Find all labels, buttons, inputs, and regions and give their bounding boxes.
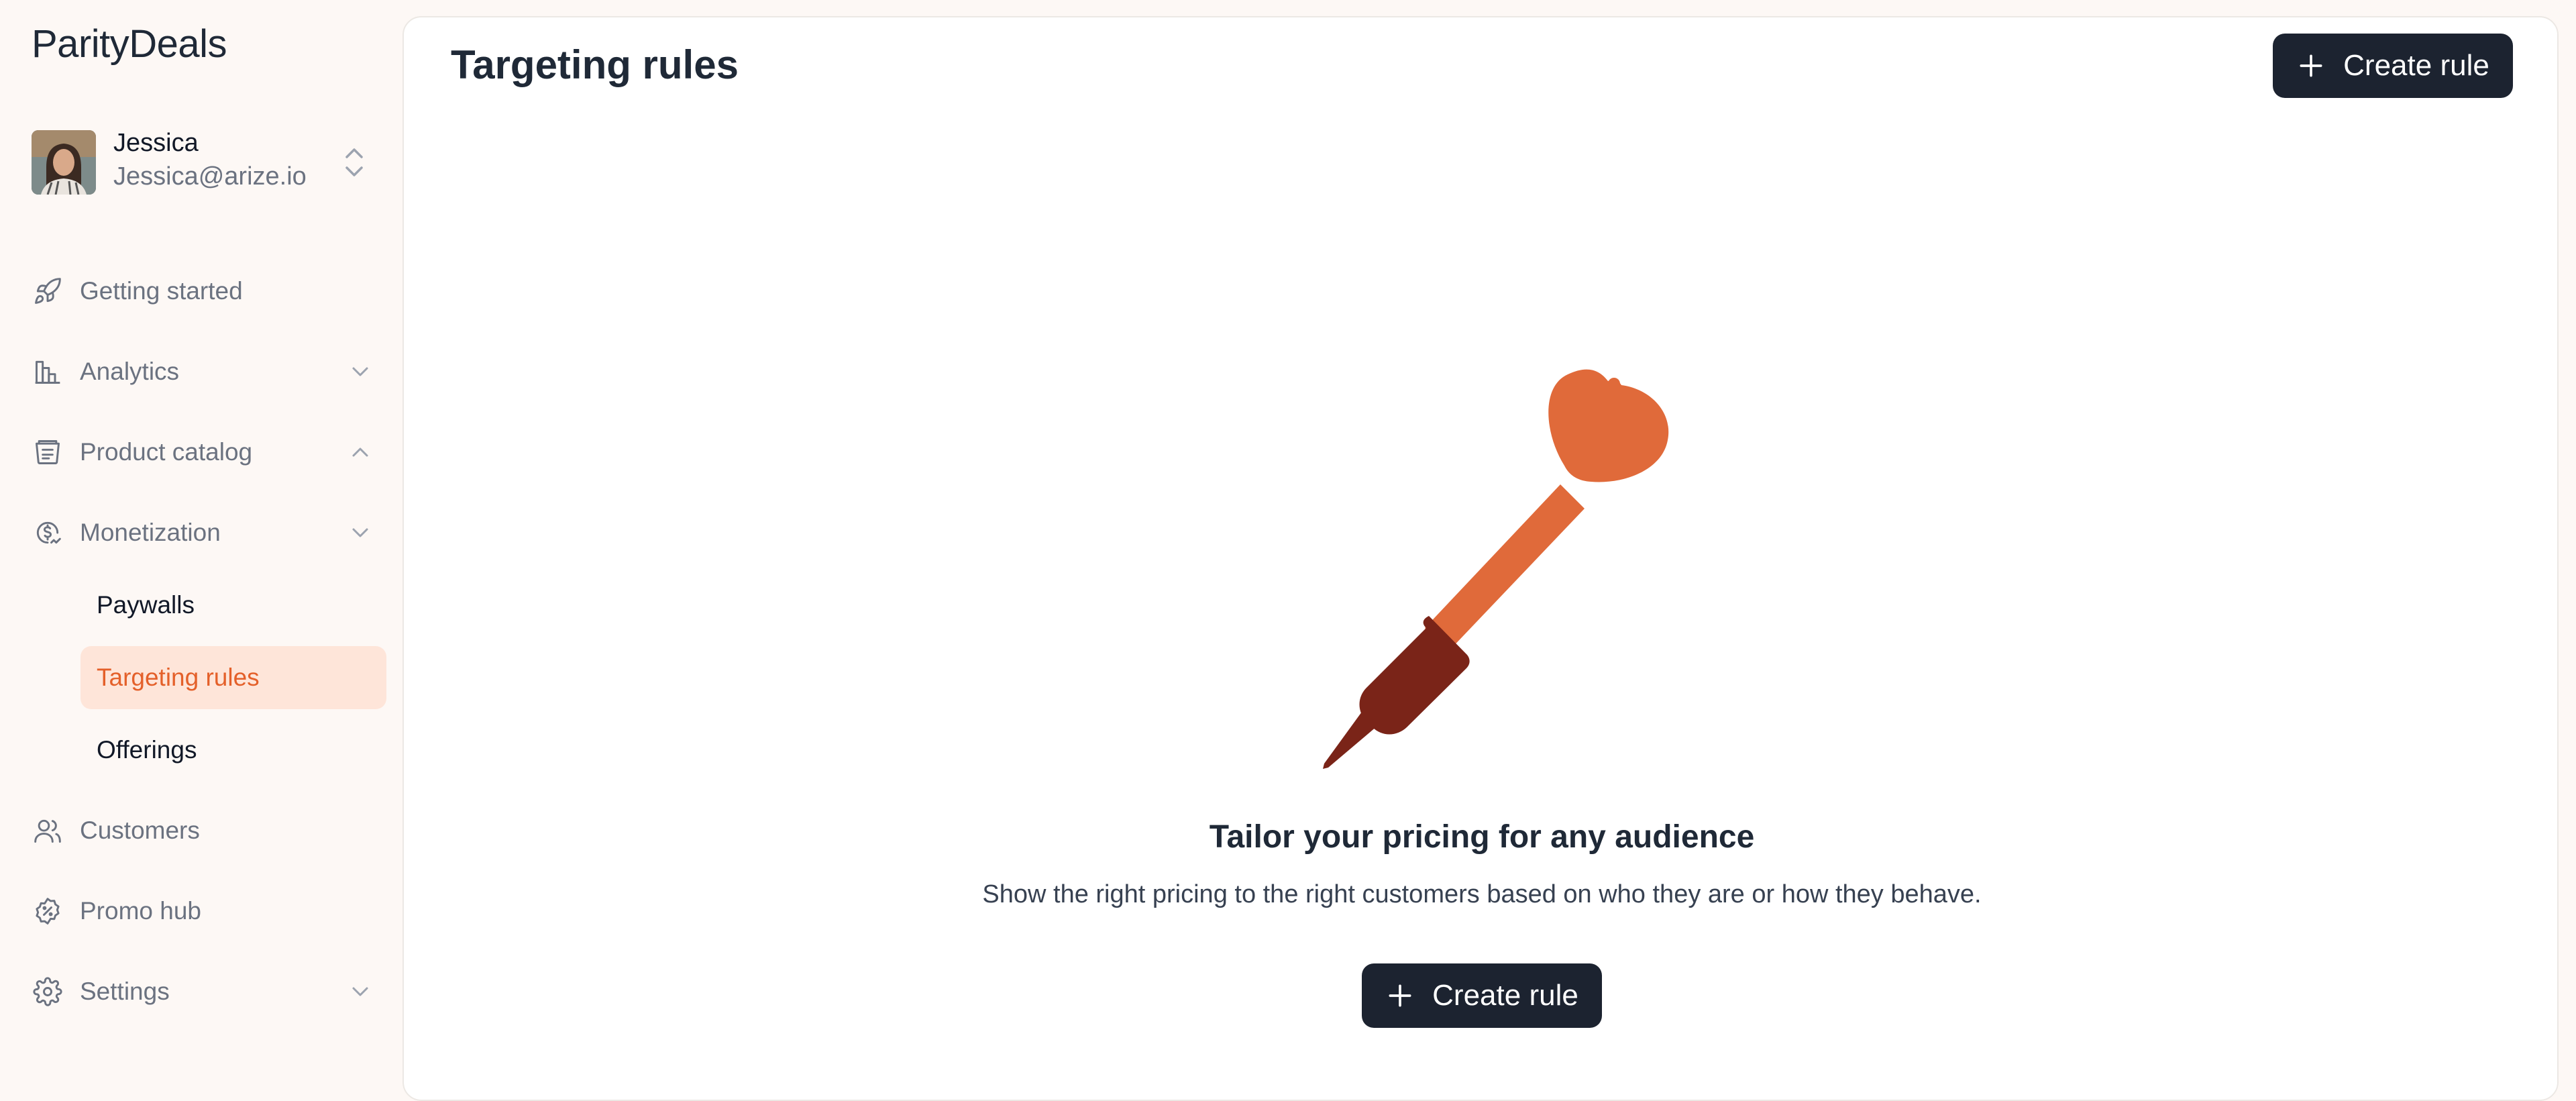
sidebar-item-promo-hub[interactable]: Promo hub xyxy=(32,884,380,938)
sidebar-subitem-paywalls[interactable]: Paywalls xyxy=(80,574,386,637)
create-rule-label: Create rule xyxy=(2343,49,2489,82)
catalog-icon xyxy=(32,436,64,468)
gear-icon xyxy=(32,976,64,1008)
sidebar-item-label: Analytics xyxy=(80,358,180,385)
empty-state-description: Show the right pricing to the right cust… xyxy=(982,880,1982,908)
avatar xyxy=(32,130,96,195)
badge-icon xyxy=(32,895,64,927)
sidebar-subitem-label: Offerings xyxy=(97,736,197,764)
sidebar-item-label: Getting started xyxy=(80,277,243,305)
chevron-up-icon[interactable] xyxy=(347,439,374,466)
chevron-up-down-icon[interactable] xyxy=(343,145,366,180)
empty-state-title: Tailor your pricing for any audience xyxy=(1209,819,1755,855)
sidebar-item-getting-started[interactable]: Getting started xyxy=(32,264,380,318)
sidebar-item-label: Customers xyxy=(80,817,200,844)
dart-icon xyxy=(1263,333,1732,802)
create-rule-button-empty-state[interactable]: Create rule xyxy=(1362,963,1602,1028)
page-title: Targeting rules xyxy=(451,42,739,87)
sidebar-item-customers[interactable]: Customers xyxy=(32,804,380,857)
rocket-icon xyxy=(32,275,64,307)
user-email: Jessica@arize.io xyxy=(113,162,307,191)
create-rule-button[interactable]: Create rule xyxy=(2273,34,2513,98)
plus-icon xyxy=(2296,51,2326,81)
sidebar-item-label: Promo hub xyxy=(80,897,201,925)
sidebar-item-label: Settings xyxy=(80,978,170,1005)
sidebar-subitem-label: Paywalls xyxy=(97,591,195,619)
users-icon xyxy=(32,815,64,847)
sidebar-subitem-offerings[interactable]: Offerings xyxy=(80,719,386,782)
user-name: Jessica xyxy=(113,129,199,157)
sidebar-subitem-targeting-rules[interactable]: Targeting rules xyxy=(80,646,386,709)
main-panel: Targeting rules Create rule Tailor your … xyxy=(402,16,2559,1101)
chevron-down-icon[interactable] xyxy=(347,358,374,385)
sidebar-item-label: Monetization xyxy=(80,519,221,546)
chevron-down-icon[interactable] xyxy=(347,978,374,1005)
sidebar-item-settings[interactable]: Settings xyxy=(32,965,380,1018)
user-switcher[interactable]: Jessica Jessica@arize.io xyxy=(32,129,374,196)
sidebar: ParityDeals Jessica Jessica@arize.io Get… xyxy=(0,0,402,1101)
sidebar-item-product-catalog[interactable]: Product catalog xyxy=(32,425,380,479)
create-rule-label: Create rule xyxy=(1432,979,1578,1012)
sidebar-subitem-label: Targeting rules xyxy=(97,664,260,691)
sidebar-item-analytics[interactable]: Analytics xyxy=(32,345,380,399)
bar-chart-icon xyxy=(32,356,64,388)
app-logo[interactable]: ParityDeals xyxy=(32,21,227,66)
chevron-down-icon[interactable] xyxy=(347,519,374,546)
sidebar-item-monetization[interactable]: Monetization xyxy=(32,506,380,560)
dollar-circle-icon xyxy=(32,517,64,549)
plus-icon xyxy=(1385,981,1415,1010)
sidebar-item-label: Product catalog xyxy=(80,438,253,466)
